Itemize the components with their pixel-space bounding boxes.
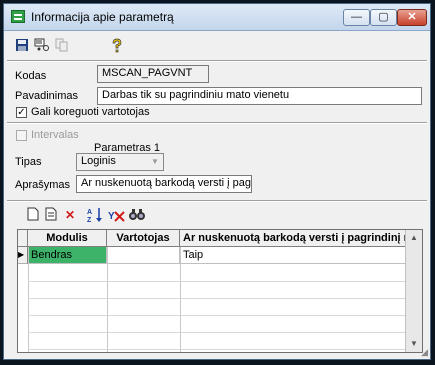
grid-line	[28, 332, 405, 333]
properties-icon[interactable]	[34, 38, 50, 54]
grid-line	[180, 247, 181, 352]
svg-text:Y: Y	[108, 211, 115, 222]
col-header-modulis[interactable]: Modulis	[28, 230, 107, 247]
editable-label: Gali koreguoti vartotojas	[31, 106, 150, 118]
resize-grip-icon[interactable]: ◢	[418, 347, 428, 357]
grid-line	[28, 298, 405, 299]
edit-icon[interactable]	[43, 207, 59, 223]
delete-icon[interactable]: ✕	[62, 207, 78, 223]
save-icon[interactable]	[14, 38, 30, 54]
main-toolbar	[4, 32, 430, 60]
filter-clear-icon[interactable]: Y	[108, 207, 126, 223]
tipas-label: Tipas	[15, 156, 42, 168]
tipas-value: Loginis	[81, 155, 116, 167]
help-icon[interactable]	[109, 38, 125, 54]
aprasymas-field[interactable]: Ar nuskenuotą barkodą versti į pag	[76, 175, 252, 193]
title-bar[interactable]: Informacija apie parametrą — ▢ ✕	[4, 4, 430, 31]
app-icon	[11, 10, 25, 23]
col-header-vartotojas[interactable]: Vartotojas	[107, 230, 180, 247]
row-indicator: ▶	[18, 247, 28, 264]
aprasymas-label: Aprašymas	[15, 179, 71, 191]
table-cell-value[interactable]: Taip	[180, 247, 407, 264]
dialog-window: Informacija apie parametrą — ▢ ✕ Kodas M…	[3, 3, 431, 360]
table-cell-modulis[interactable]: Bendras	[28, 247, 107, 264]
kodas-label: Kodas	[15, 70, 47, 82]
window-title: Informacija apie parametrą	[31, 10, 174, 24]
vertical-scrollbar[interactable]: ▲ ▼	[405, 230, 422, 352]
grid-line	[28, 349, 405, 350]
kodas-field[interactable]: MSCAN_PAGVNT	[97, 65, 209, 83]
find-icon[interactable]	[128, 207, 146, 223]
grid-line	[28, 315, 405, 316]
col-header-value[interactable]: Ar nuskenuotą barkodą versti į pagrindin…	[180, 230, 407, 247]
maximize-button[interactable]: ▢	[370, 9, 397, 26]
minimize-button[interactable]: —	[343, 9, 370, 26]
grid-divider	[7, 200, 427, 202]
toolbar-divider	[7, 60, 427, 62]
tipas-select[interactable]: Loginis ▼	[76, 153, 164, 171]
intervalas-label: Intervalas	[31, 129, 79, 141]
grid-line	[28, 247, 29, 352]
svg-text:A: A	[87, 209, 92, 216]
section-divider	[7, 122, 427, 124]
copy-icon[interactable]	[54, 38, 70, 54]
new-icon[interactable]	[25, 207, 41, 223]
pavadinimas-label: Pavadinimas	[15, 90, 78, 102]
grid-corner	[18, 230, 28, 247]
close-button[interactable]: ✕	[397, 9, 427, 26]
data-grid[interactable]: Modulis Vartotojas Ar nuskenuotą barkodą…	[17, 229, 423, 353]
sort-icon[interactable]: AZ	[87, 207, 105, 224]
editable-checkbox[interactable]: ✓	[16, 107, 27, 118]
intervalas-checkbox[interactable]	[16, 130, 27, 141]
grid-line	[28, 281, 405, 282]
svg-text:Z: Z	[87, 217, 92, 223]
grid-line	[107, 247, 108, 352]
table-cell-vartotojas[interactable]	[107, 247, 180, 264]
pavadinimas-field[interactable]: Darbas tik su pagrindiniu mato vienetu	[97, 87, 422, 105]
scroll-up-icon[interactable]: ▲	[406, 230, 422, 246]
chevron-down-icon: ▼	[151, 157, 159, 166]
